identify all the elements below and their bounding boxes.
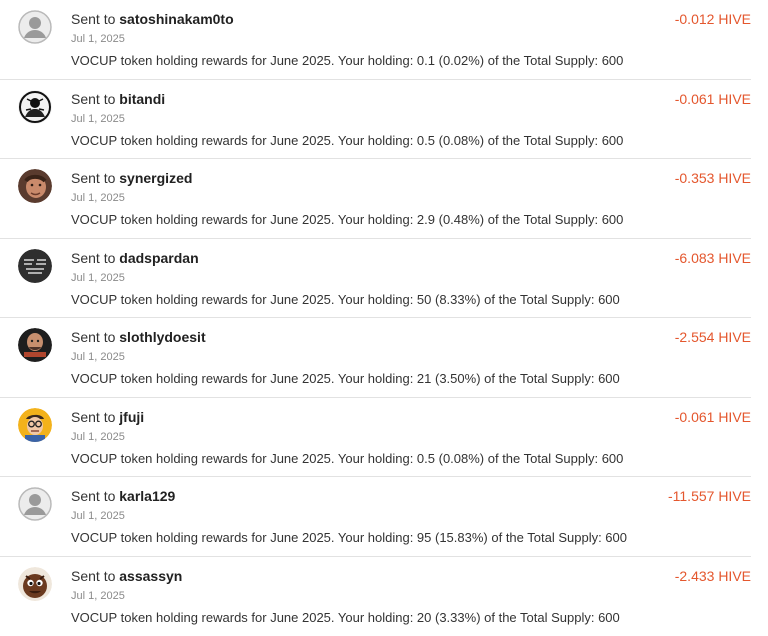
transfer-amount: -0.012 HIVE: [675, 11, 751, 27]
transfer-title: Sent to synergized: [71, 170, 192, 186]
transfer-prefix: Sent to: [71, 488, 115, 504]
transfer-prefix: Sent to: [71, 329, 115, 345]
transfer-date: Jul 1, 2025: [71, 351, 125, 363]
recipient-link[interactable]: dadspardan: [119, 250, 198, 266]
transfer-row: Sent to assassyn Jul 1, 2025 VOCUP token…: [0, 557, 751, 636]
transfer-memo: VOCUP token holding rewards for June 202…: [71, 133, 623, 148]
transfer-memo: VOCUP token holding rewards for June 202…: [71, 53, 623, 68]
transfer-row: Sent to satoshinakam0to Jul 1, 2025 VOCU…: [0, 0, 751, 80]
transfer-title: Sent to slothlydoesit: [71, 329, 206, 345]
transfer-date: Jul 1, 2025: [71, 33, 125, 45]
transfer-memo: VOCUP token holding rewards for June 202…: [71, 451, 623, 466]
transfer-memo: VOCUP token holding rewards for June 202…: [71, 292, 620, 307]
recipient-link[interactable]: assassyn: [119, 568, 182, 584]
transfer-date: Jul 1, 2025: [71, 272, 125, 284]
transfer-amount: -0.061 HIVE: [675, 409, 751, 425]
transfer-title: Sent to jfuji: [71, 409, 144, 425]
transfer-title: Sent to assassyn: [71, 568, 182, 584]
transfer-date: Jul 1, 2025: [71, 192, 125, 204]
transfer-amount: -0.061 HIVE: [675, 91, 751, 107]
bald-man-avatar[interactable]: [18, 328, 52, 362]
recipient-link[interactable]: synergized: [119, 170, 192, 186]
transfer-row: Sent to karla129 Jul 1, 2025 VOCUP token…: [0, 477, 751, 557]
transfer-date: Jul 1, 2025: [71, 590, 125, 602]
transfer-amount: -0.353 HIVE: [675, 170, 751, 186]
default-user-icon[interactable]: [18, 487, 52, 521]
transfer-history-list: Sent to satoshinakam0to Jul 1, 2025 VOCU…: [0, 0, 768, 636]
transfer-date: Jul 1, 2025: [71, 431, 125, 443]
recipient-link[interactable]: bitandi: [119, 91, 165, 107]
transfer-date: Jul 1, 2025: [71, 510, 125, 522]
transfer-amount: -11.557 HIVE: [668, 488, 751, 504]
transfer-amount: -6.083 HIVE: [675, 250, 751, 266]
transfer-memo: VOCUP token holding rewards for June 202…: [71, 212, 623, 227]
cartoon-glasses-avatar[interactable]: [18, 408, 52, 442]
face-photo-avatar[interactable]: [18, 169, 52, 203]
transfer-amount: -2.433 HIVE: [675, 568, 751, 584]
transfer-prefix: Sent to: [71, 250, 115, 266]
recipient-link[interactable]: slothlydoesit: [119, 329, 205, 345]
recipient-link[interactable]: karla129: [119, 488, 175, 504]
transfer-row: Sent to synergized Jul 1, 2025 VOCUP tok…: [0, 159, 751, 239]
transfer-prefix: Sent to: [71, 11, 115, 27]
transfer-prefix: Sent to: [71, 170, 115, 186]
transfer-prefix: Sent to: [71, 409, 115, 425]
transfer-amount: -2.554 HIVE: [675, 329, 751, 345]
transfer-title: Sent to bitandi: [71, 91, 165, 107]
transfer-memo: VOCUP token holding rewards for June 202…: [71, 371, 620, 386]
brown-creature-avatar[interactable]: [18, 567, 52, 601]
transfer-title: Sent to satoshinakam0to: [71, 11, 234, 27]
transfer-row: Sent to bitandi Jul 1, 2025 VOCUP token …: [0, 80, 751, 160]
default-user-icon[interactable]: [18, 10, 52, 44]
recipient-link[interactable]: satoshinakam0to: [119, 11, 233, 27]
transfer-title: Sent to karla129: [71, 488, 175, 504]
recipient-link[interactable]: jfuji: [119, 409, 144, 425]
transfer-memo: VOCUP token holding rewards for June 202…: [71, 530, 627, 545]
transfer-title: Sent to dadspardan: [71, 250, 199, 266]
bw-portrait-avatar[interactable]: [18, 90, 52, 124]
transfer-row: Sent to jfuji Jul 1, 2025 VOCUP token ho…: [0, 398, 751, 478]
transfer-date: Jul 1, 2025: [71, 113, 125, 125]
transfer-row: Sent to dadspardan Jul 1, 2025 VOCUP tok…: [0, 239, 751, 319]
transfer-prefix: Sent to: [71, 91, 115, 107]
transfer-memo: VOCUP token holding rewards for June 202…: [71, 610, 620, 625]
transfer-row: Sent to slothlydoesit Jul 1, 2025 VOCUP …: [0, 318, 751, 398]
transfer-prefix: Sent to: [71, 568, 115, 584]
dark-text-avatar[interactable]: [18, 249, 52, 283]
